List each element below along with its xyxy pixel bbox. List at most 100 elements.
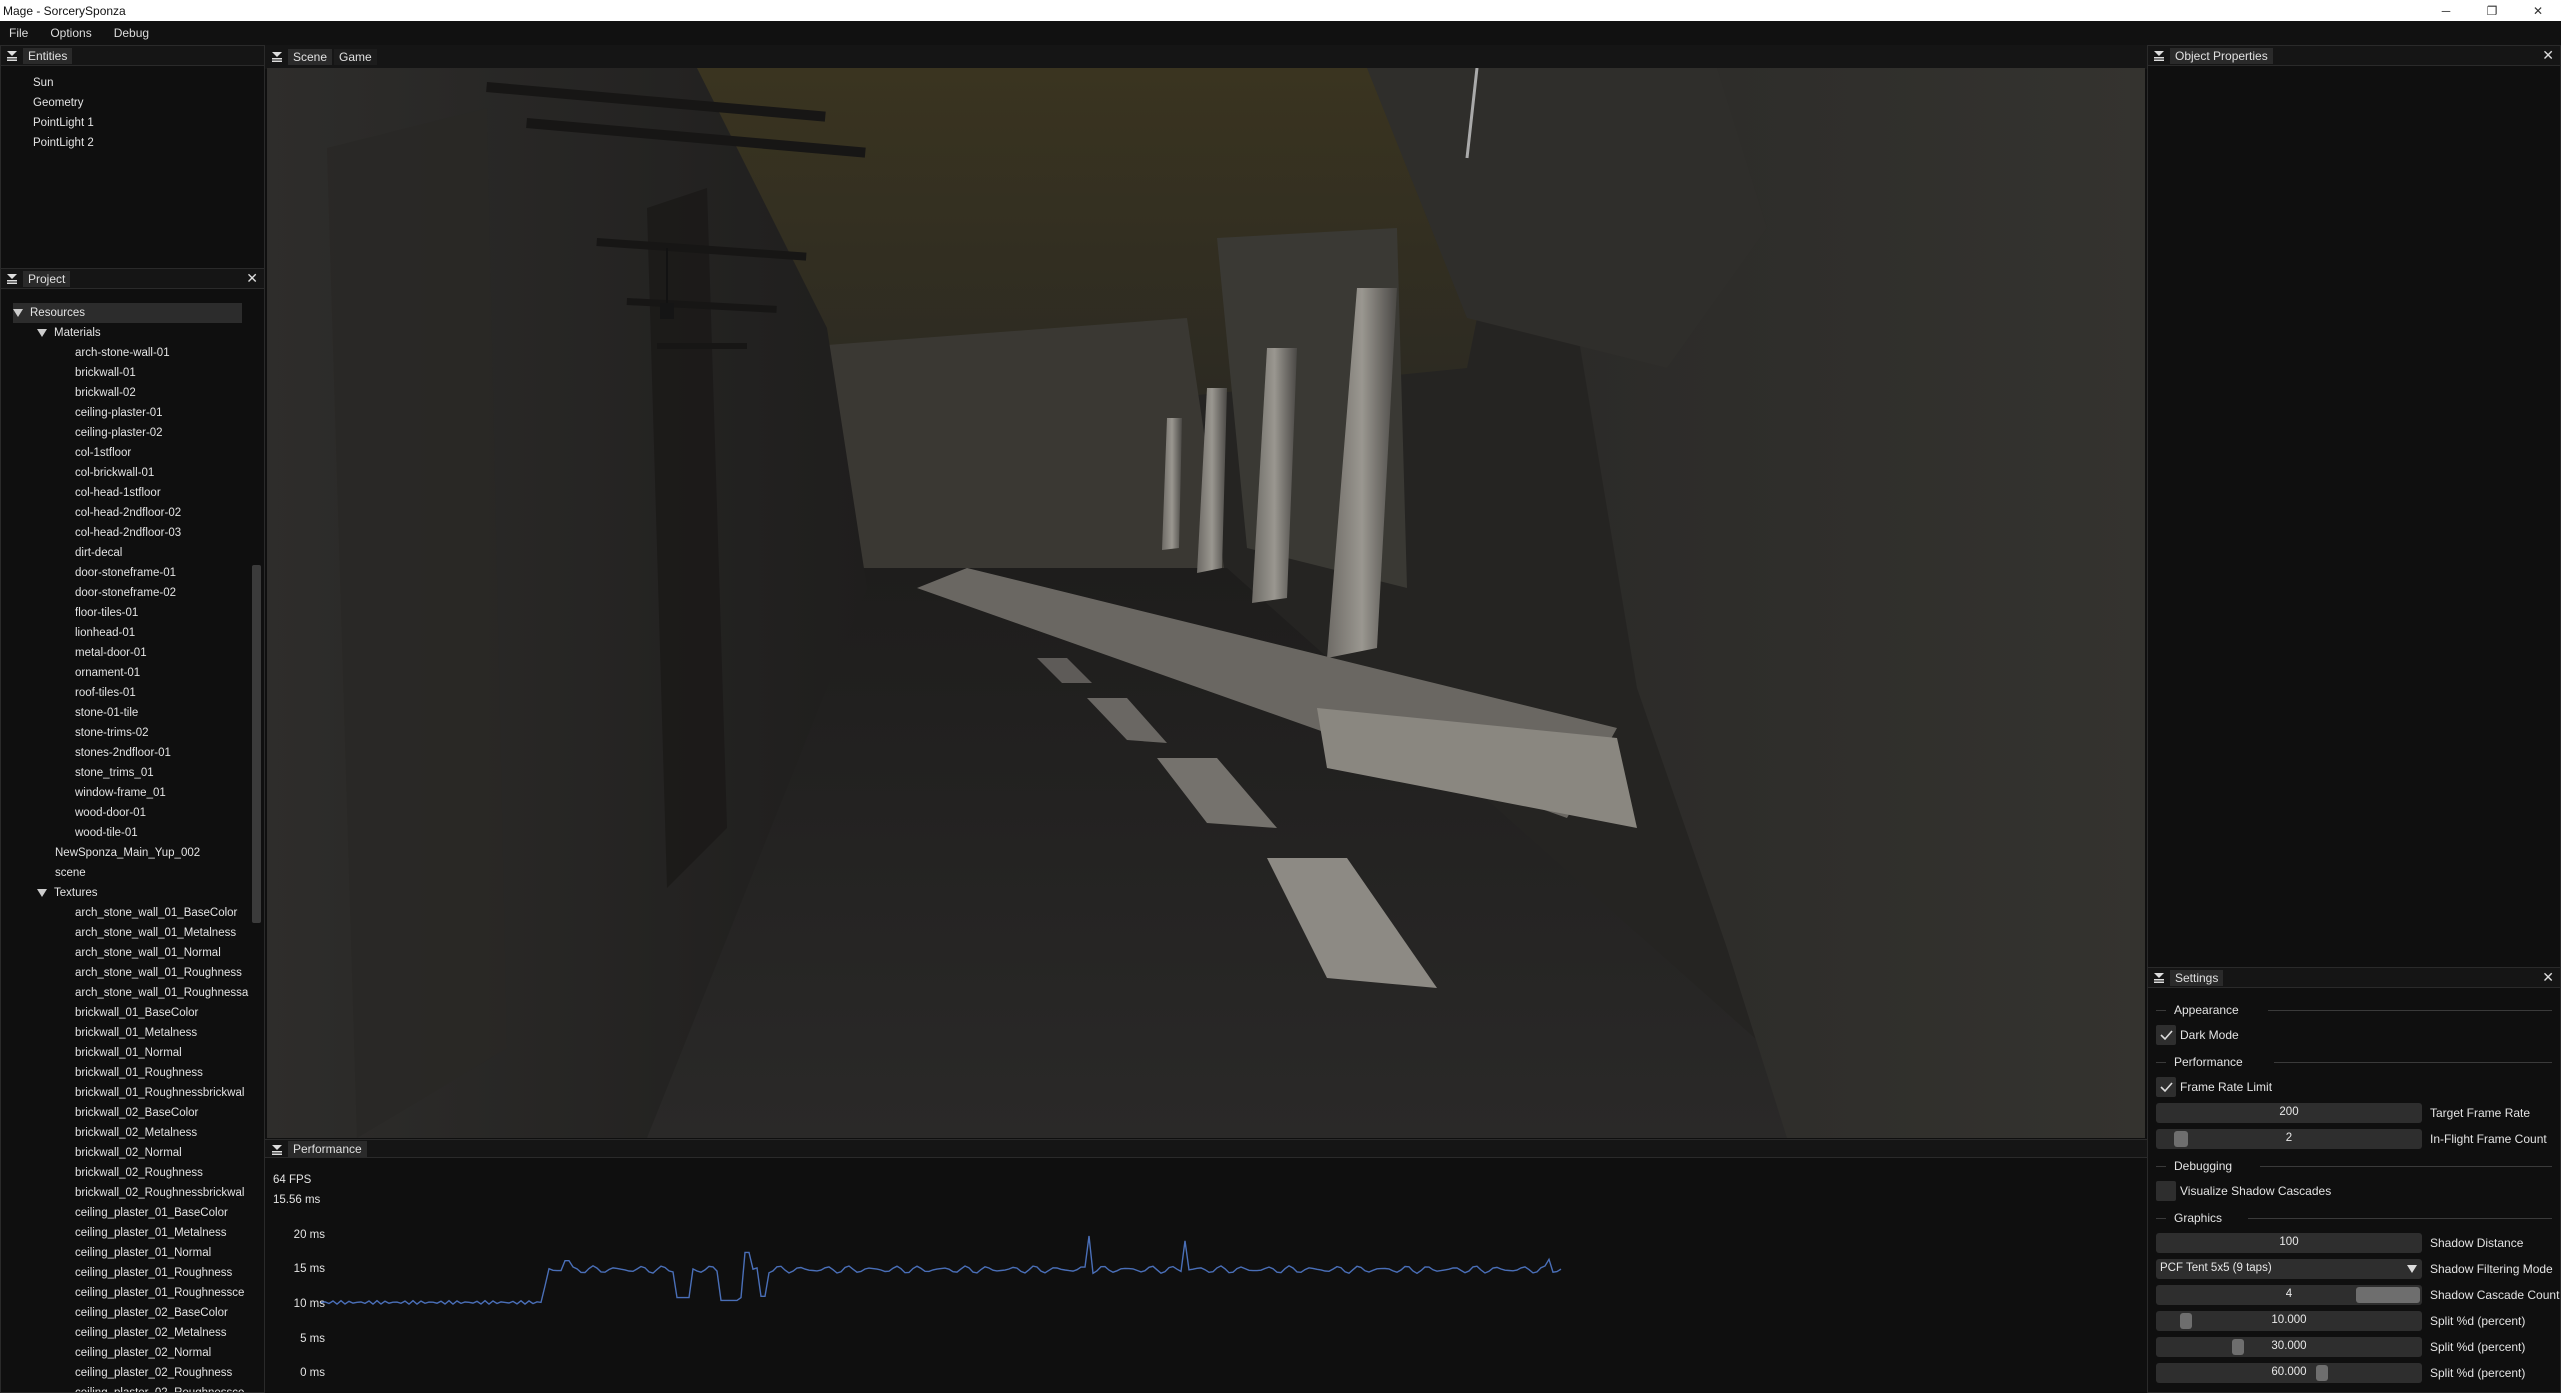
- tree-folder-materials[interactable]: Materials: [37, 323, 101, 343]
- tree-item-texture[interactable]: ceiling_plaster_02_Metalness: [75, 1323, 227, 1343]
- tree-item-material[interactable]: stones-2ndfloor-01: [75, 743, 171, 763]
- tree-item-texture[interactable]: brickwall_02_BaseColor: [75, 1103, 198, 1123]
- entity-item[interactable]: PointLight 1: [33, 113, 94, 133]
- tree-item-texture[interactable]: arch_stone_wall_01_BaseColor: [75, 903, 237, 923]
- slider-label: Split %d (percent): [2430, 1340, 2526, 1354]
- panel-menu-icon[interactable]: [271, 50, 283, 62]
- menu-debug[interactable]: Debug: [111, 24, 152, 42]
- section-graphics: Graphics: [2148, 1208, 2560, 1228]
- tree-item-material-label: stones-2ndfloor-01: [75, 747, 171, 759]
- tree-item-texture[interactable]: ceiling_plaster_01_BaseColor: [75, 1203, 228, 1223]
- tree-item-texture[interactable]: ceiling_plaster_01_Metalness: [75, 1223, 227, 1243]
- tree-item-material[interactable]: floor-tiles-01: [75, 603, 138, 623]
- tree-item-texture[interactable]: ceiling_plaster_02_BaseColor: [75, 1303, 228, 1323]
- tab-performance[interactable]: Performance: [288, 1141, 367, 1157]
- tree-item-resource[interactable]: scene: [55, 863, 86, 883]
- tree-item-material[interactable]: arch-stone-wall-01: [75, 343, 170, 363]
- panel-menu-icon[interactable]: [6, 49, 18, 61]
- maximize-button[interactable]: ❐: [2469, 0, 2515, 21]
- tab-entities[interactable]: Entities: [23, 48, 73, 64]
- tree-item-material[interactable]: stone-01-tile: [75, 703, 138, 723]
- tree-item-material[interactable]: col-head-2ndfloor-03: [75, 523, 181, 543]
- tree-item-material[interactable]: col-head-2ndfloor-02: [75, 503, 181, 523]
- tree-item-material[interactable]: wood-tile-01: [75, 823, 138, 843]
- tree-item-texture[interactable]: brickwall_01_Roughnessbrickwal: [75, 1083, 244, 1103]
- tree-item-material[interactable]: dirt-decal: [75, 543, 122, 563]
- tree-item-material[interactable]: ornament-01: [75, 663, 140, 683]
- tree-item-material-label: floor-tiles-01: [75, 607, 139, 619]
- tab-object-properties[interactable]: Object Properties: [2170, 48, 2273, 64]
- tree-item-material[interactable]: stone_trims_01: [75, 763, 154, 783]
- tree-item-texture[interactable]: brickwall_01_BaseColor: [75, 1003, 198, 1023]
- tree-item-texture[interactable]: brickwall_02_Roughness: [75, 1163, 203, 1183]
- tree-item-texture[interactable]: brickwall_02_Metalness: [75, 1123, 197, 1143]
- menu-file[interactable]: File: [6, 24, 31, 42]
- tree-item-texture[interactable]: ceiling_plaster_01_Roughness: [75, 1263, 232, 1283]
- tab-settings[interactable]: Settings: [2170, 970, 2224, 986]
- tree-item-material[interactable]: lionhead-01: [75, 623, 135, 643]
- scene-viewport[interactable]: [267, 68, 2145, 1138]
- tree-item-material[interactable]: metal-door-01: [75, 643, 147, 663]
- tree-item-material[interactable]: roof-tiles-01: [75, 683, 136, 703]
- tree-item-material[interactable]: ceiling-plaster-02: [75, 423, 163, 443]
- tab-scene[interactable]: Scene: [288, 49, 333, 65]
- tab-project[interactable]: Project: [23, 271, 71, 287]
- tree-item-texture[interactable]: brickwall_01_Metalness: [75, 1023, 197, 1043]
- tree-item-material[interactable]: col-head-1stfloor: [75, 483, 161, 503]
- dark-mode-checkbox[interactable]: [2156, 1025, 2176, 1045]
- slider-label: Shadow Distance: [2430, 1236, 2524, 1250]
- shadow-distance-slider[interactable]: 100: [2156, 1233, 2422, 1253]
- tree-item-material[interactable]: brickwall-02: [75, 383, 136, 403]
- tree-item-texture[interactable]: ceiling_plaster_01_Normal: [75, 1243, 211, 1263]
- close-icon[interactable]: ✕: [2542, 47, 2554, 64]
- entity-item[interactable]: PointLight 2: [33, 133, 94, 153]
- panel-menu-icon[interactable]: [2153, 971, 2165, 983]
- tree-item-texture[interactable]: brickwall_01_Roughness: [75, 1063, 203, 1083]
- tree-item-texture[interactable]: arch_stone_wall_01_Metalness: [75, 923, 236, 943]
- tree-item-texture[interactable]: arch_stone_wall_01_Normal: [75, 943, 221, 963]
- visualize-shadow-cascades-checkbox[interactable]: [2156, 1181, 2176, 1201]
- shadow-cascade-count-slider[interactable]: 4: [2156, 1285, 2422, 1305]
- tree-item-resource[interactable]: NewSponza_Main_Yup_002: [55, 843, 200, 863]
- menu-options[interactable]: Options: [47, 24, 94, 42]
- tree-item-material[interactable]: window-frame_01: [75, 783, 166, 803]
- frame-rate-limit-checkbox[interactable]: [2156, 1077, 2176, 1097]
- tree-item-texture[interactable]: brickwall_02_Roughnessbrickwal: [75, 1183, 244, 1203]
- shadow-filtering-select[interactable]: PCF Tent 5x5 (9 taps): [2156, 1259, 2422, 1279]
- tree-folder-resources[interactable]: Resources: [13, 303, 242, 323]
- split-2-slider[interactable]: 30.000: [2156, 1337, 2422, 1357]
- tree-item-texture[interactable]: ceiling_plaster_02_Roughnessce: [75, 1383, 244, 1392]
- tree-item-texture[interactable]: brickwall_02_Normal: [75, 1143, 182, 1163]
- panel-menu-icon[interactable]: [2153, 49, 2165, 61]
- tree-item-texture[interactable]: arch_stone_wall_01_Roughness: [75, 963, 242, 983]
- split-1-slider[interactable]: 10.000: [2156, 1311, 2422, 1331]
- entity-item[interactable]: Sun: [33, 73, 53, 93]
- triangle-down-icon: [13, 308, 23, 317]
- tree-item-material[interactable]: wood-door-01: [75, 803, 146, 823]
- close-icon[interactable]: ✕: [2542, 969, 2554, 986]
- panel-menu-icon[interactable]: [271, 1143, 283, 1155]
- tree-item-material[interactable]: door-stoneframe-01: [75, 563, 176, 583]
- tree-item-texture[interactable]: arch_stone_wall_01_Roughnessa: [75, 983, 248, 1003]
- tree-item-material[interactable]: col-1stfloor: [75, 443, 131, 463]
- project-scrollbar[interactable]: [252, 565, 261, 923]
- close-icon[interactable]: ✕: [246, 270, 258, 287]
- tree-item-texture[interactable]: brickwall_01_Normal: [75, 1043, 182, 1063]
- tree-item-material[interactable]: brickwall-01: [75, 363, 136, 383]
- panel-menu-icon[interactable]: [6, 272, 18, 284]
- in-flight-frame-count-slider[interactable]: 2: [2156, 1129, 2422, 1149]
- entity-item[interactable]: Geometry: [33, 93, 84, 113]
- minimize-button[interactable]: ─: [2423, 0, 2469, 21]
- tree-item-texture[interactable]: ceiling_plaster_02_Roughness: [75, 1363, 232, 1383]
- tree-item-material[interactable]: col-brickwall-01: [75, 463, 154, 483]
- split-3-slider[interactable]: 60.000: [2156, 1363, 2422, 1383]
- tree-folder-textures[interactable]: Textures: [37, 883, 97, 903]
- target-frame-rate-slider[interactable]: 200: [2156, 1103, 2422, 1123]
- tree-item-texture[interactable]: ceiling_plaster_02_Normal: [75, 1343, 211, 1363]
- tree-item-material[interactable]: ceiling-plaster-01: [75, 403, 163, 423]
- tree-item-material[interactable]: stone-trims-02: [75, 723, 149, 743]
- tree-item-material[interactable]: door-stoneframe-02: [75, 583, 176, 603]
- close-window-button[interactable]: ✕: [2515, 0, 2561, 21]
- tree-item-texture[interactable]: ceiling_plaster_01_Roughnessce: [75, 1283, 244, 1303]
- tab-game[interactable]: Game: [334, 49, 377, 65]
